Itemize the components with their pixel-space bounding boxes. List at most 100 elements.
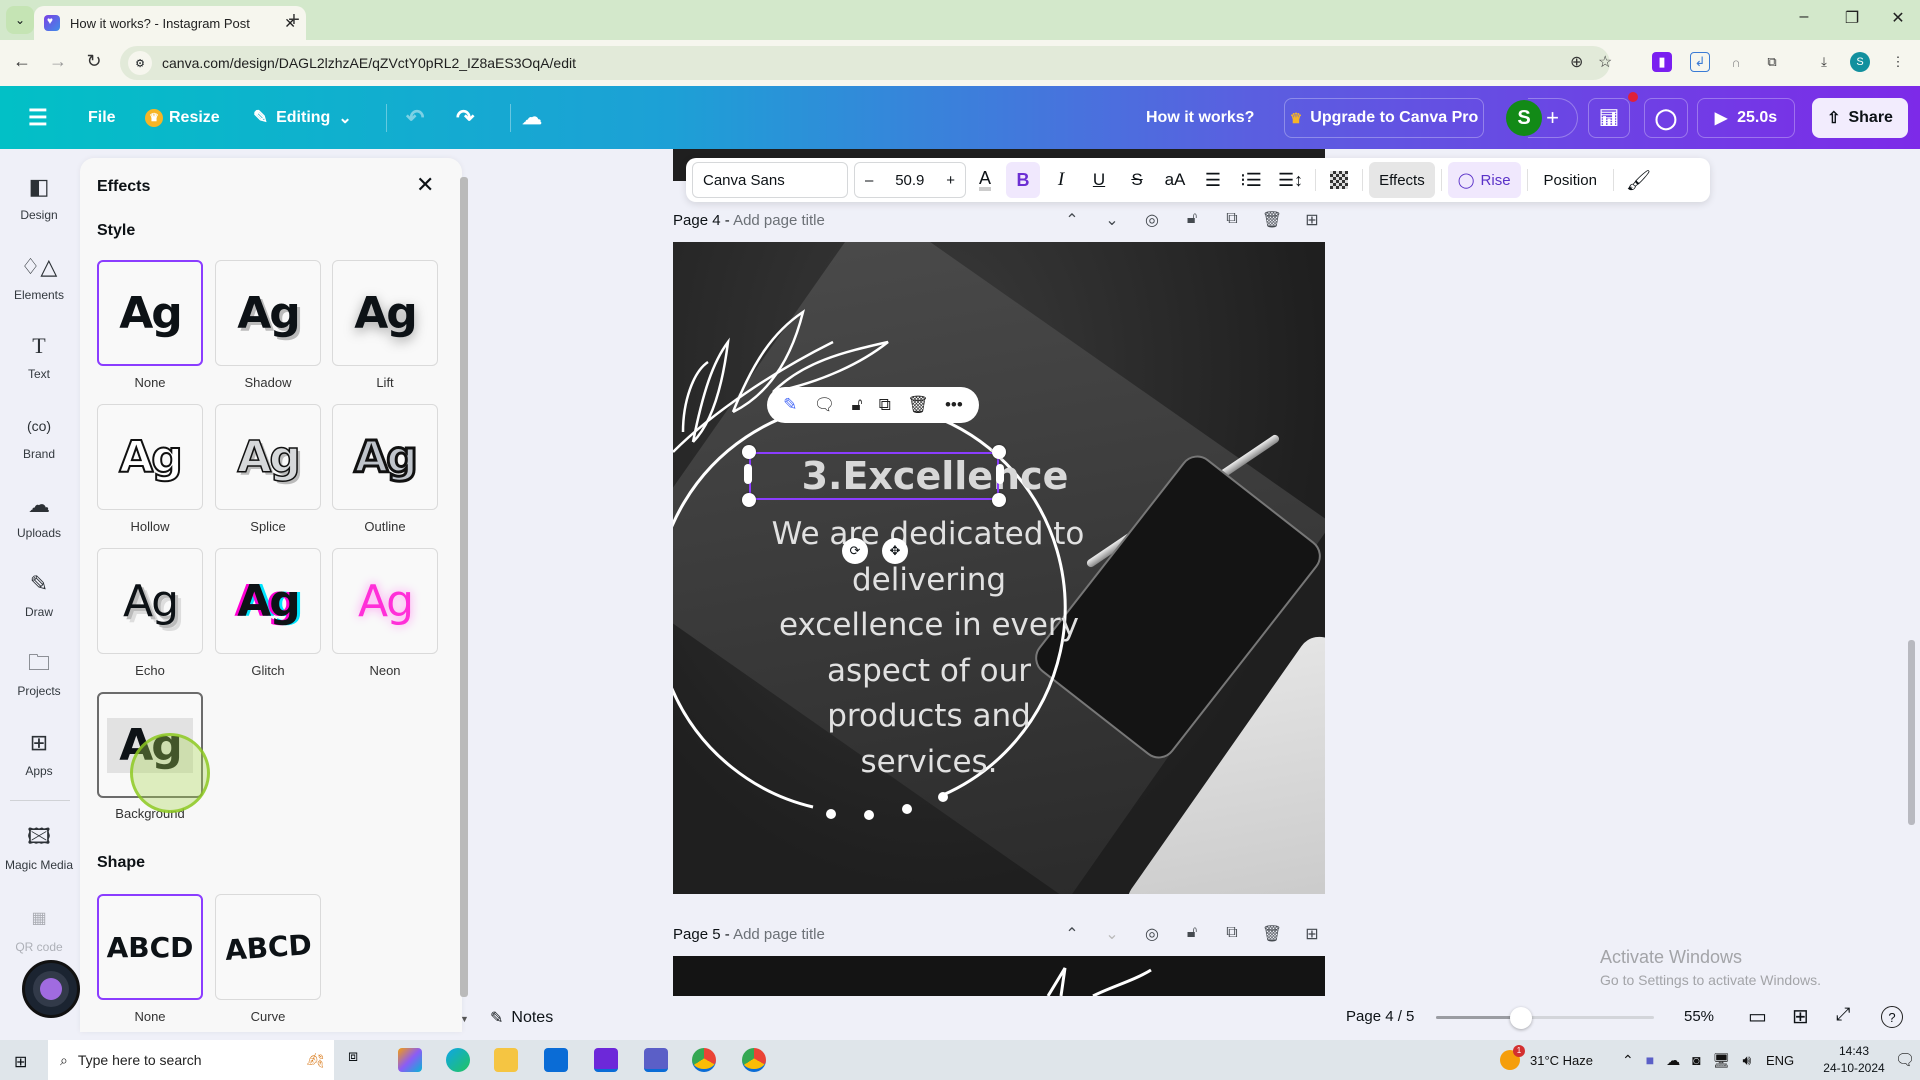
task-view-icon[interactable]: ⧈ (348, 1048, 372, 1072)
page-5-canvas[interactable] (673, 956, 1325, 996)
effect-style-lift[interactable]: Ag (332, 260, 438, 366)
help-button[interactable]: ? (1881, 1006, 1903, 1028)
add-page-icon[interactable]: ⊞ (1300, 924, 1324, 944)
teams-tray-icon[interactable]: ■ (1646, 1052, 1654, 1068)
taskbar-search[interactable]: ⌕ Type here to search 🍂︎ (48, 1040, 334, 1080)
upgrade-button[interactable]: ♛ Upgrade to Canva Pro (1284, 98, 1484, 138)
underline-button[interactable]: U (1082, 162, 1116, 198)
rotate-handle[interactable]: ⟳ (842, 538, 868, 564)
reload-button[interactable]: ↻ (82, 51, 106, 72)
more-options-icon[interactable]: ••• (945, 395, 963, 415)
delete-page-icon[interactable]: 🗑︎ (1260, 210, 1284, 230)
user-avatar[interactable]: S (1506, 100, 1542, 136)
effect-shape-curve[interactable]: ABCD (215, 894, 321, 1000)
effect-style-glitch[interactable]: Ag (215, 548, 321, 654)
side-handle[interactable] (744, 464, 752, 484)
profile-avatar[interactable]: S (1850, 52, 1870, 72)
strikethrough-button[interactable]: S (1120, 162, 1154, 198)
mail-icon[interactable] (544, 1048, 568, 1072)
effect-style-splice[interactable]: Ag (215, 404, 321, 510)
add-page-title-input[interactable]: Add page title (733, 926, 825, 943)
extension-arc-icon[interactable]: ∩ (1726, 52, 1746, 72)
sidebar-item-uploads[interactable]: ☁ Uploads (0, 490, 78, 540)
file-explorer-icon[interactable] (494, 1048, 518, 1072)
present-play-button[interactable]: ▶ 25.0s (1697, 98, 1795, 138)
resize-handle[interactable] (992, 445, 1006, 459)
minimize-window-button[interactable]: – (1784, 8, 1824, 26)
position-button[interactable]: Position (1534, 162, 1607, 198)
magic-assistant-button[interactable] (22, 960, 80, 1018)
sidebar-item-elements[interactable]: ♢△ Elements (0, 252, 78, 302)
duplicate-icon[interactable]: ⧉ (879, 395, 891, 415)
design-title[interactable]: How it works? (1146, 86, 1254, 149)
effect-style-shadow[interactable]: Ag (215, 260, 321, 366)
align-center-button[interactable]: ☰ (1196, 162, 1230, 198)
duplicate-page-icon[interactable]: ⧉ (1220, 924, 1244, 944)
zoom-page-icon[interactable]: ⊕ (1570, 52, 1583, 72)
letter-case-button[interactable]: aA (1158, 162, 1192, 198)
canvas-scrollbar[interactable] (1908, 640, 1915, 825)
volume-icon[interactable]: 🔊︎ (1742, 1052, 1751, 1069)
extension-translate-icon[interactable]: ↲ (1690, 52, 1710, 72)
windows-start-icon[interactable]: ⊞ (14, 1052, 27, 1072)
side-handle[interactable] (996, 464, 1004, 484)
sidebar-item-apps[interactable]: ⊞ Apps (0, 728, 78, 778)
zoom-percentage[interactable]: 55% (1684, 1008, 1714, 1025)
sidebar-item-design[interactable]: ◧ Design (0, 172, 78, 222)
effect-style-outline[interactable]: Ag (332, 404, 438, 510)
forward-button[interactable]: → (46, 51, 70, 72)
close-panel-icon[interactable]: ✕ (416, 172, 434, 198)
teams-icon[interactable] (644, 1048, 668, 1072)
zoom-slider[interactable] (1436, 1007, 1654, 1029)
taskbar-app-icon[interactable] (594, 1048, 618, 1072)
bookmark-star-icon[interactable]: ☆ (1598, 52, 1612, 72)
chrome-profile-a-icon[interactable] (692, 1048, 716, 1072)
weather-widget[interactable]: 1 31°C Haze (1500, 1040, 1593, 1080)
resize-button[interactable]: ♛ Resize (145, 86, 220, 149)
add-page-icon[interactable]: ⊞ (1300, 210, 1324, 230)
sidebar-item-qr-code[interactable]: ▦ QR code (0, 904, 78, 954)
comments-button[interactable]: ◯ (1644, 98, 1688, 138)
body-text[interactable]: We are dedicated to delivering excellenc… (719, 512, 1139, 785)
download-icon[interactable]: ⤓ (1814, 52, 1834, 72)
font-family-dropdown[interactable]: Canva Sans (692, 162, 848, 198)
list-button[interactable]: ⁝☰ (1234, 162, 1268, 198)
effect-style-neon[interactable]: Ag (332, 548, 438, 654)
copilot-icon[interactable] (398, 1048, 422, 1072)
camera-icon[interactable]: ◙ (1692, 1052, 1700, 1068)
resize-handle[interactable] (742, 493, 756, 507)
undo-button[interactable]: ↶ (406, 86, 424, 149)
network-icon[interactable]: 🖥︎ (1713, 1052, 1731, 1069)
new-tab-button[interactable]: + (282, 8, 306, 32)
add-page-title-input[interactable]: Add page title (733, 212, 825, 229)
extensions-puzzle-icon[interactable]: ⧉ (1762, 52, 1782, 72)
fullscreen-button[interactable]: ⤢ (1836, 1004, 1850, 1025)
lock-page-icon[interactable]: 🔓︎ (1180, 924, 1204, 944)
sidebar-item-brand[interactable]: (co) Brand (0, 411, 78, 461)
extension-canva-icon[interactable]: ▮ (1652, 52, 1672, 72)
grid-view-button[interactable]: ⊞ (1792, 1004, 1809, 1029)
font-size-input[interactable]: 50.9 (895, 172, 924, 189)
move-page-up-icon[interactable]: ⌃ (1060, 924, 1084, 944)
show-hidden-icons-chevron[interactable]: ⌃ (1622, 1052, 1634, 1069)
address-bar[interactable]: ⚙ canva.com/design/DAGL2lzhzAE/qZVctY0pR… (120, 46, 1612, 80)
copy-style-button[interactable]: 🖌︎ (1620, 162, 1657, 198)
transparency-button[interactable] (1322, 162, 1356, 198)
text-color-button[interactable]: A (968, 162, 1002, 198)
tab-search-button[interactable]: ⌄ (6, 6, 34, 34)
magic-write-icon[interactable]: ✎ (783, 395, 797, 415)
duplicate-page-icon[interactable]: ⧉ (1220, 210, 1244, 230)
hide-page-icon[interactable]: ◎ (1140, 210, 1164, 230)
main-menu-icon[interactable]: ☰ (28, 86, 48, 149)
move-page-down-icon[interactable]: ⌄ (1100, 210, 1124, 230)
lock-icon[interactable]: 🔓︎ (851, 395, 862, 415)
scroll-down-arrow[interactable]: ▼ (460, 1014, 469, 1024)
effect-style-none[interactable]: Ag (97, 260, 203, 366)
language-indicator[interactable]: ENG (1766, 1040, 1794, 1080)
insights-chart-button[interactable]: 📊︎ (1588, 98, 1630, 138)
delete-icon[interactable]: 🗑︎ (907, 395, 929, 415)
onedrive-icon[interactable]: ☁ (1666, 1052, 1680, 1069)
italic-button[interactable]: I (1044, 162, 1078, 198)
restore-window-button[interactable]: ❐ (1832, 8, 1872, 28)
close-window-button[interactable]: ✕ (1878, 8, 1918, 28)
